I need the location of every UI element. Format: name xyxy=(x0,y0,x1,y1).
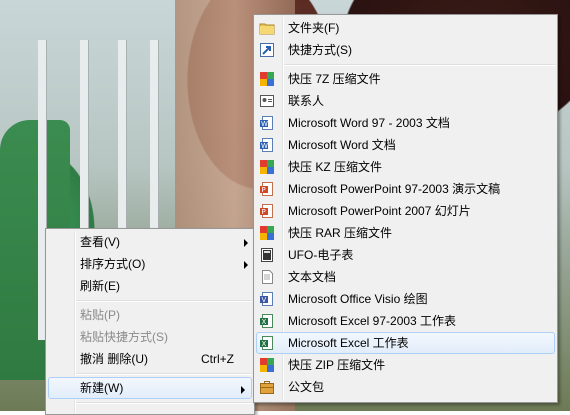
powerpoint-icon: P xyxy=(259,181,275,197)
new-word-document-item[interactable]: W Microsoft Word 文档 xyxy=(254,134,557,156)
new-shortcut-item[interactable]: 快捷方式(S) xyxy=(254,39,557,61)
menu-item-label: UFO-电子表 xyxy=(288,248,354,262)
contact-icon xyxy=(259,93,275,109)
menu-item-view[interactable]: 查看(V) xyxy=(46,231,254,253)
new-visio-drawing-item[interactable]: V Microsoft Office Visio 绘图 xyxy=(254,288,557,310)
new-rar-archive-item[interactable]: 快压 RAR 压缩文件 xyxy=(254,222,557,244)
archive-icon xyxy=(259,71,275,87)
menu-item-label: 联系人 xyxy=(288,94,325,108)
menu-item-paste[interactable]: 粘贴(P) xyxy=(46,304,254,326)
menu-item-label: 粘贴(P) xyxy=(80,308,120,322)
menu-item-label: 快压 KZ 压缩文件 xyxy=(288,160,383,174)
folder-icon xyxy=(259,20,275,36)
menu-separator xyxy=(46,399,254,406)
visio-icon: V xyxy=(259,291,275,307)
menu-item-label: 快压 7Z 压缩文件 xyxy=(288,72,381,86)
word-icon: W xyxy=(259,137,275,153)
menu-item-label: 公文包 xyxy=(288,380,325,394)
menu-item-paste-shortcut[interactable]: 粘贴快捷方式(S) xyxy=(46,326,254,348)
menu-item-label: 排序方式(O) xyxy=(80,257,146,271)
menu-item-new[interactable]: 新建(W) xyxy=(48,377,252,399)
spreadsheet-icon xyxy=(259,247,275,263)
svg-text:X: X xyxy=(262,340,267,348)
archive-icon xyxy=(259,357,275,373)
new-folder-item[interactable]: 文件夹(F) xyxy=(254,17,557,39)
new-contact-item[interactable]: 联系人 xyxy=(254,90,557,112)
menu-item-label: 撤消 删除(U) xyxy=(80,352,148,366)
svg-text:V: V xyxy=(262,296,267,304)
menu-item-label: 文本文档 xyxy=(288,270,337,284)
submenu-arrow-icon xyxy=(241,386,245,394)
new-excel-97-2003-item[interactable]: X Microsoft Excel 97-2003 工作表 xyxy=(254,310,557,332)
new-ufo-spreadsheet-item[interactable]: UFO-电子表 xyxy=(254,244,557,266)
new-powerpoint-97-2003-item[interactable]: P Microsoft PowerPoint 97-2003 演示文稿 xyxy=(254,178,557,200)
new-word-97-2003-item[interactable]: W Microsoft Word 97 - 2003 文档 xyxy=(254,112,557,134)
new-kz-archive-item[interactable]: 快压 KZ 压缩文件 xyxy=(254,156,557,178)
menu-item-label: Microsoft Word 97 - 2003 文档 xyxy=(288,116,450,130)
new-zip-archive-item[interactable]: 快压 ZIP 压缩文件 xyxy=(254,354,557,376)
new-briefcase-item[interactable]: 公文包 xyxy=(254,376,557,398)
menu-item-label: 查看(V) xyxy=(80,235,120,249)
menu-separator xyxy=(254,61,557,68)
menu-item-label: 快压 ZIP 压缩文件 xyxy=(288,358,386,372)
new-text-document-item[interactable]: 文本文档 xyxy=(254,266,557,288)
menu-item-label: 刷新(E) xyxy=(80,279,120,293)
menu-item-label: 粘贴快捷方式(S) xyxy=(80,330,168,344)
shortcut-icon xyxy=(259,42,275,58)
menu-item-label: 新建(W) xyxy=(80,381,124,395)
new-7z-archive-item[interactable]: 快压 7Z 压缩文件 xyxy=(254,68,557,90)
menu-item-label: 快捷方式(S) xyxy=(288,43,352,57)
submenu-arrow-icon xyxy=(244,239,248,247)
menu-separator xyxy=(46,370,254,377)
desktop-context-menu: 查看(V) 排序方式(O) 刷新(E) 粘贴(P) 粘贴快捷方式(S) 撤消 删… xyxy=(45,228,255,415)
menu-item-label: Microsoft Word 文档 xyxy=(288,138,396,152)
menu-separator xyxy=(46,297,254,304)
text-document-icon xyxy=(259,269,275,285)
new-submenu: 文件夹(F) 快捷方式(S) 快压 7Z 压缩文件 联系人 W Microsof… xyxy=(253,14,558,403)
svg-text:W: W xyxy=(261,120,268,128)
menu-item-sort-by[interactable]: 排序方式(O) xyxy=(46,253,254,275)
menu-item-label: Microsoft Office Visio 绘图 xyxy=(288,292,428,306)
svg-text:P: P xyxy=(262,208,266,216)
menu-item-label: 文件夹(F) xyxy=(288,21,340,35)
archive-icon xyxy=(259,225,275,241)
menu-item-label: 快压 RAR 压缩文件 xyxy=(288,226,393,240)
menu-item-undo-delete[interactable]: 撤消 删除(U) Ctrl+Z xyxy=(46,348,254,370)
svg-text:P: P xyxy=(262,186,266,194)
new-powerpoint-2007-item[interactable]: P Microsoft PowerPoint 2007 幻灯片 xyxy=(254,200,557,222)
menu-item-label: Microsoft PowerPoint 2007 幻灯片 xyxy=(288,204,471,218)
menu-item-refresh[interactable]: 刷新(E) xyxy=(46,275,254,297)
menu-item-label: Microsoft PowerPoint 97-2003 演示文稿 xyxy=(288,182,501,196)
powerpoint-icon: P xyxy=(259,203,275,219)
excel-icon: X xyxy=(259,313,275,329)
briefcase-icon xyxy=(259,379,275,395)
menu-item-shortcut: Ctrl+Z xyxy=(201,352,234,366)
svg-text:W: W xyxy=(261,142,268,150)
excel-icon: X xyxy=(259,335,275,351)
submenu-arrow-icon xyxy=(244,261,248,269)
word-icon: W xyxy=(259,115,275,131)
archive-icon xyxy=(259,159,275,175)
new-excel-worksheet-item[interactable]: X Microsoft Excel 工作表 xyxy=(256,332,555,354)
menu-item-label: Microsoft Excel 工作表 xyxy=(288,336,409,350)
menu-item-label: Microsoft Excel 97-2003 工作表 xyxy=(288,314,457,328)
svg-text:X: X xyxy=(262,318,267,326)
